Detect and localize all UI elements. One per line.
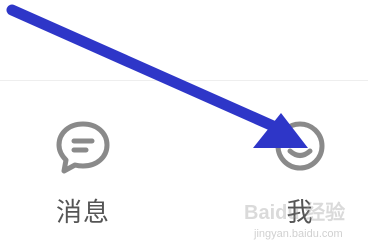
tab-messages[interactable]: 消息	[38, 110, 128, 230]
watermark-url: jingyan.baidu.com	[254, 228, 343, 240]
tab-messages-label: 消息	[55, 198, 110, 228]
profile-smile-icon	[275, 121, 325, 171]
watermark: Baidu 经验 jingyan.baidu.com	[244, 196, 362, 248]
watermark-logo: Baidu 经验	[244, 202, 346, 224]
chat-bubble-icon	[56, 121, 110, 174]
screen: 消息 我 Baidu 经验 jingyan.baidu.com	[0, 0, 368, 252]
tabbar-divider	[0, 80, 368, 81]
content-area	[0, 0, 368, 80]
